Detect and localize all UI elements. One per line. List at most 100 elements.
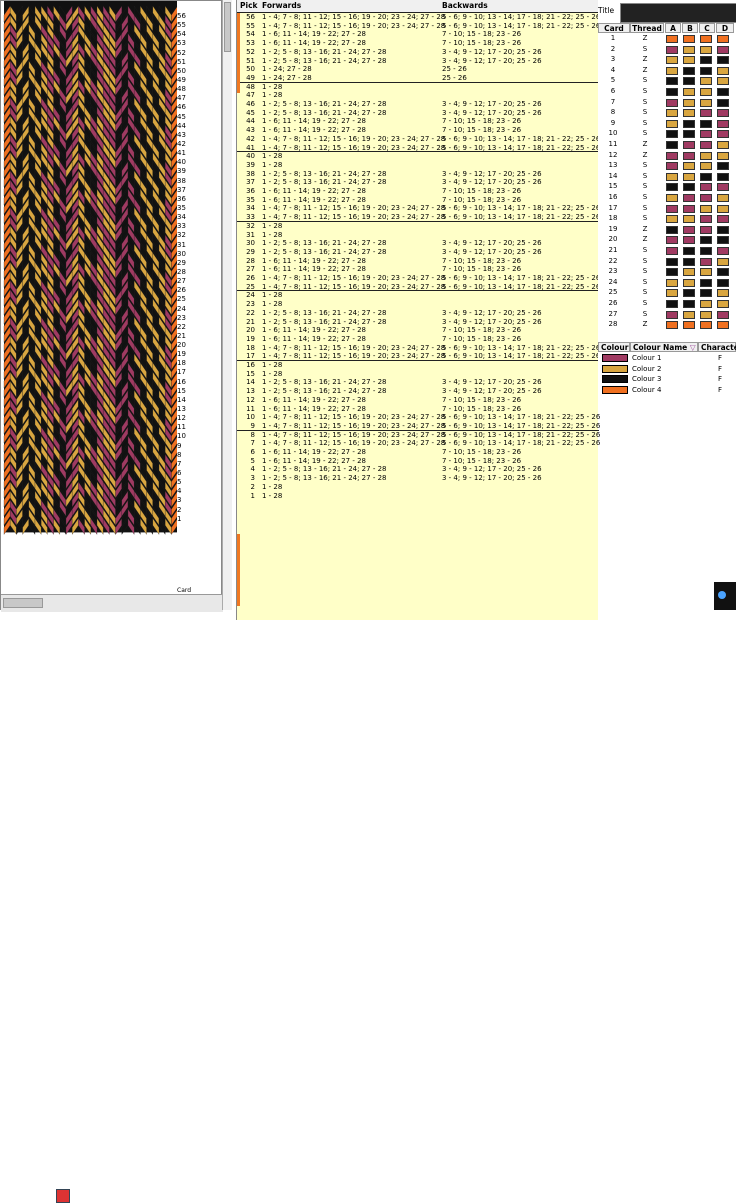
hole-colour-cell[interactable] xyxy=(683,194,695,202)
hole-colour-cell[interactable] xyxy=(683,151,695,160)
hole-colour-cell[interactable] xyxy=(717,289,729,298)
hole-colour-cell[interactable] xyxy=(700,215,712,224)
colour-name-column-header[interactable]: Colour Name ▽ xyxy=(630,342,698,352)
taskbar-app-icon[interactable] xyxy=(714,582,736,610)
hole-colour-cell[interactable] xyxy=(683,98,695,107)
card-row[interactable]: 8S xyxy=(598,108,736,119)
hole-c-header[interactable]: C xyxy=(699,23,715,33)
thread-direction[interactable]: Z xyxy=(630,225,660,233)
hole-colour-cell[interactable] xyxy=(683,88,695,96)
pick-column-header[interactable]: Pick xyxy=(240,1,258,10)
hole-colour-cell[interactable] xyxy=(666,268,678,277)
thread-direction[interactable]: S xyxy=(630,278,660,286)
thread-direction[interactable]: S xyxy=(630,87,660,95)
pick-table[interactable]: Pick Forwards Backwards 56 1 - 4; 7 - 8; … xyxy=(236,0,601,620)
hole-colour-cell[interactable] xyxy=(717,35,729,43)
table-row[interactable]: 56 1 - 4; 7 - 8; 11 - 12; 15 - 16; 19 - 2… xyxy=(237,13,600,22)
table-row[interactable]: 45 1 - 2; 5 - 8; 13 - 16; 21 - 24; 27 - 2… xyxy=(237,109,599,118)
thread-direction[interactable]: Z xyxy=(630,140,660,148)
table-row[interactable]: 12 1 - 6; 11 - 14; 19 - 22; 27 - 28 7 - 10… xyxy=(237,396,599,405)
hole-colour-cell[interactable] xyxy=(683,225,695,234)
table-row[interactable]: 29 1 - 2; 5 - 8; 13 - 16; 21 - 24; 27 - 2… xyxy=(237,248,599,257)
thread-direction[interactable]: S xyxy=(630,76,660,84)
table-row[interactable]: 5 1 - 6; 11 - 14; 19 - 22; 27 - 28 7 - 10;… xyxy=(237,457,599,466)
hole-colour-cell[interactable] xyxy=(666,172,678,181)
hole-colour-cell[interactable] xyxy=(683,310,695,319)
thread-direction[interactable]: Z xyxy=(630,235,660,243)
table-row[interactable]: 3 1 - 2; 5 - 8; 13 - 16; 21 - 24; 27 - 28… xyxy=(237,474,599,483)
colour-swatch[interactable] xyxy=(602,385,628,394)
table-row[interactable]: 4 1 - 2; 5 - 8; 13 - 16; 21 - 24; 27 - 28… xyxy=(237,465,599,474)
table-row[interactable]: 43 1 - 6; 11 - 14; 19 - 22; 27 - 28 7 - 10… xyxy=(237,126,599,135)
hole-colour-cell[interactable] xyxy=(666,247,678,255)
hole-colour-cell[interactable] xyxy=(683,119,695,128)
hole-colour-cell[interactable] xyxy=(666,183,678,192)
hole-colour-cell[interactable] xyxy=(717,310,729,319)
table-row[interactable]: 18 1 - 4; 7 - 8; 11 - 12; 15 - 16; 19 - 2… xyxy=(237,344,600,353)
table-row[interactable]: 28 1 - 6; 11 - 14; 19 - 22; 27 - 28 7 - 10… xyxy=(237,257,599,266)
card-row[interactable]: 27 S xyxy=(598,310,736,321)
hole-colour-cell[interactable] xyxy=(666,35,678,43)
thread-direction[interactable]: S xyxy=(630,257,660,265)
hole-colour-cell[interactable] xyxy=(683,289,695,298)
hole-colour-cell[interactable] xyxy=(683,204,695,213)
card-row[interactable]: 12 Z xyxy=(598,151,736,162)
hole-colour-cell[interactable] xyxy=(700,88,712,96)
thread-direction[interactable]: S xyxy=(630,288,660,296)
hole-colour-cell[interactable] xyxy=(683,215,695,224)
title-field[interactable] xyxy=(620,3,736,23)
hole-colour-cell[interactable] xyxy=(717,257,729,266)
table-row[interactable]: 11 1 - 6; 11 - 14; 19 - 22; 27 - 28 7 - 10… xyxy=(237,405,599,414)
hole-colour-cell[interactable] xyxy=(700,194,712,202)
table-row[interactable]: 8 1 - 4; 7 - 8; 11 - 12; 15 - 16; 19 - 20… xyxy=(237,431,601,440)
card-row[interactable]: 19 Z xyxy=(598,225,736,236)
hole-colour-cell[interactable] xyxy=(683,45,695,54)
backwards-column-header[interactable]: Backwards xyxy=(442,1,488,10)
thread-direction[interactable]: S xyxy=(630,45,660,53)
thread-direction[interactable]: S xyxy=(630,193,660,201)
table-row[interactable]: 38 1 - 2; 5 - 8; 13 - 16; 21 - 24; 27 - 2… xyxy=(237,170,599,179)
hole-colour-cell[interactable] xyxy=(717,247,729,255)
hole-a-header[interactable]: A xyxy=(665,23,681,33)
hole-colour-cell[interactable] xyxy=(666,77,678,86)
thread-direction[interactable]: Z xyxy=(630,34,660,42)
hole-colour-cell[interactable] xyxy=(683,162,695,171)
hole-colour-cell[interactable] xyxy=(666,215,678,224)
hole-colour-cell[interactable] xyxy=(717,268,729,277)
hole-colour-cell[interactable] xyxy=(666,119,678,128)
table-row[interactable]: 42 1 - 4; 7 - 8; 11 - 12; 15 - 16; 19 - 2… xyxy=(237,135,600,144)
table-row[interactable]: 22 1 - 2; 5 - 8; 13 - 16; 21 - 24; 27 - 2… xyxy=(237,309,599,318)
hole-colour-cell[interactable] xyxy=(700,141,712,149)
thread-direction[interactable]: S xyxy=(630,246,660,254)
horizontal-scrollbar[interactable]: Card xyxy=(1,587,223,1203)
hole-colour-cell[interactable] xyxy=(700,300,712,308)
card-row[interactable]: 13 S xyxy=(598,161,736,172)
card-column-header[interactable]: Card xyxy=(598,23,630,33)
table-row[interactable]: 23 1 - 28 xyxy=(237,300,599,309)
thread-direction[interactable]: S xyxy=(630,214,660,222)
hole-colour-cell[interactable] xyxy=(700,225,712,234)
table-row[interactable]: 26 1 - 4; 7 - 8; 11 - 12; 15 - 16; 19 - 2… xyxy=(237,274,600,283)
hole-colour-cell[interactable] xyxy=(700,109,712,118)
hole-colour-cell[interactable] xyxy=(700,130,712,139)
table-row[interactable]: 51 1 - 2; 5 - 8; 13 - 16; 21 - 24; 27 - 2… xyxy=(237,57,599,66)
hole-colour-cell[interactable] xyxy=(717,66,729,75)
pattern-preview[interactable]: 56 55 54 53 52 51 50 49 48 47 46 45 44 43 42 41 40 39 38 37… xyxy=(0,0,223,1203)
thread-direction[interactable]: S xyxy=(630,108,660,116)
hole-colour-cell[interactable] xyxy=(717,300,729,308)
sort-arrow-icon[interactable]: ▽ xyxy=(690,343,696,352)
table-row[interactable]: 14 1 - 2; 5 - 8; 13 - 16; 21 - 24; 27 - 2… xyxy=(237,378,599,387)
hole-colour-cell[interactable] xyxy=(717,56,729,65)
hole-colour-cell[interactable] xyxy=(717,183,729,192)
thread-direction[interactable]: S xyxy=(630,119,660,127)
thread-direction[interactable]: S xyxy=(630,267,660,275)
hole-colour-cell[interactable] xyxy=(700,257,712,266)
hole-colour-cell[interactable] xyxy=(683,183,695,192)
card-row[interactable]: 18 S xyxy=(598,214,736,225)
table-row[interactable]: 35 1 - 6; 11 - 14; 19 - 22; 27 - 28 7 - 10… xyxy=(237,196,599,205)
thread-direction[interactable]: S xyxy=(630,182,660,190)
hole-colour-cell[interactable] xyxy=(717,204,729,213)
hole-colour-cell[interactable] xyxy=(683,35,695,43)
table-row[interactable]: 30 1 - 2; 5 - 8; 13 - 16; 21 - 24; 27 - 2… xyxy=(237,239,599,248)
hole-colour-cell[interactable] xyxy=(700,66,712,75)
